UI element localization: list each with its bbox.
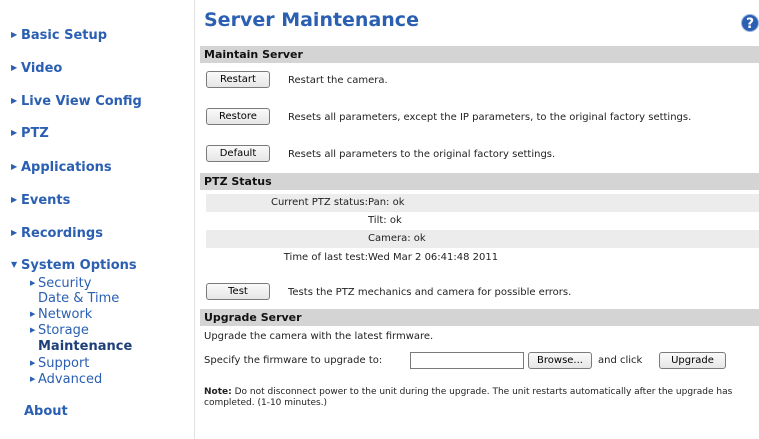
caret-right-icon: ▶ [11,30,18,39]
nav-live-view-config[interactable]: ▶ Live View Config [11,94,142,109]
subnav-label: Network [38,307,93,322]
subnav-storage[interactable]: ▶ Storage [30,323,89,338]
ptz-camera-row: Camera: ok [206,230,759,248]
firmware-file-input[interactable] [410,352,524,369]
subnav-label: Date & Time [38,291,120,306]
nav-video[interactable]: ▶ Video [11,61,62,76]
default-description: Resets all parameters to the original fa… [288,149,556,160]
restart-button[interactable]: Restart [206,71,270,88]
sidebar-nav: ▶ Basic Setup ▶ Video ▶ Live View Config ▶ P… [0,0,195,439]
note-text: Do not disconnect power to the unit duri… [204,387,733,408]
nav-label: Basic Setup [21,28,108,43]
nav-applications[interactable]: ▶ Applications [11,160,112,175]
caret-right-icon: ▶ [11,195,18,204]
nav-label: Live View Config [21,94,142,109]
test-description: Tests the PTZ mechanics and camera for p… [288,287,572,298]
page-title: Server Maintenance [204,9,419,31]
ptz-status-row: Current PTZ status: Pan: ok [206,194,759,212]
nav-label: Applications [21,160,112,175]
restore-button[interactable]: Restore [206,108,270,125]
nav-label: Video [21,61,63,76]
nav-label: About [24,404,68,419]
caret-right-icon: ▶ [30,326,36,334]
caret-right-icon: ▶ [11,96,18,105]
ptz-tilt-row: Tilt: ok [206,212,759,230]
restart-description: Restart the camera. [288,75,388,86]
nav-recordings[interactable]: ▶ Recordings [11,226,103,241]
subnav-label: Storage [38,323,89,338]
main-content: Server Maintenance ? Maintain Server Res… [200,0,759,439]
restore-description: Resets all parameters, except the IP par… [288,112,692,123]
ptz-time-value: Wed Mar 2 06:41:48 2011 [368,252,499,263]
ptz-pan-value: Pan: ok [368,197,405,208]
ptz-tilt-value: Tilt: ok [368,215,402,226]
subnav-network[interactable]: ▶ Network [30,307,92,322]
caret-right-icon: ▶ [11,228,18,237]
ptz-time-label: Time of last test: [283,252,368,263]
note-label: Note: [204,387,232,397]
subnav-advanced[interactable]: ▶ Advanced [30,372,102,387]
and-click-text: and click [598,355,643,366]
section-ptz-status: PTZ Status [200,173,759,190]
caret-right-icon: ▶ [11,63,18,72]
ptz-time-row: Time of last test: Wed Mar 2 06:41:48 20… [206,249,759,267]
upgrade-note: Note: Do not disconnect power to the uni… [204,387,754,409]
caret-right-icon: ▶ [11,128,18,137]
subnav-support[interactable]: ▶ Support [30,356,89,371]
caret-right-icon: ▶ [30,279,36,287]
subnav-label: Security [38,276,92,291]
nav-system-options[interactable]: ▼ System Options [11,258,137,273]
nav-about[interactable]: About [24,404,68,419]
subnav-label: Maintenance [38,339,133,354]
default-button[interactable]: Default [206,145,270,162]
nav-label: System Options [21,258,137,273]
nav-label: Recordings [21,226,103,241]
browse-button[interactable]: Browse... [528,352,592,369]
ptz-camera-value: Camera: ok [368,233,426,244]
subnav-label: Support [38,356,90,371]
ptz-status-label: Current PTZ status: [270,197,368,208]
subnav-label: Advanced [38,372,103,387]
test-button[interactable]: Test [206,283,270,300]
subnav-maintenance[interactable]: Maintenance [38,339,132,354]
upgrade-intro: Upgrade the camera with the latest firmw… [204,331,434,342]
firmware-label: Specify the firmware to upgrade to: [204,355,383,366]
caret-right-icon: ▶ [30,375,36,383]
caret-right-icon: ▶ [30,310,36,318]
nav-events[interactable]: ▶ Events [11,193,70,208]
nav-label: Events [21,193,71,208]
subnav-date-time[interactable]: Date & Time [38,291,119,306]
caret-down-icon: ▼ [11,260,18,269]
nav-basic-setup[interactable]: ▶ Basic Setup [11,28,107,43]
caret-right-icon: ▶ [11,162,18,171]
upgrade-button[interactable]: Upgrade [659,352,726,369]
section-maintain-server: Maintain Server [200,46,759,63]
subnav-security[interactable]: ▶ Security [30,276,91,291]
section-upgrade-server: Upgrade Server [200,309,759,326]
nav-ptz[interactable]: ▶ PTZ [11,126,49,141]
caret-right-icon: ▶ [30,359,36,367]
nav-label: PTZ [21,126,49,141]
help-icon[interactable]: ? [741,14,759,32]
